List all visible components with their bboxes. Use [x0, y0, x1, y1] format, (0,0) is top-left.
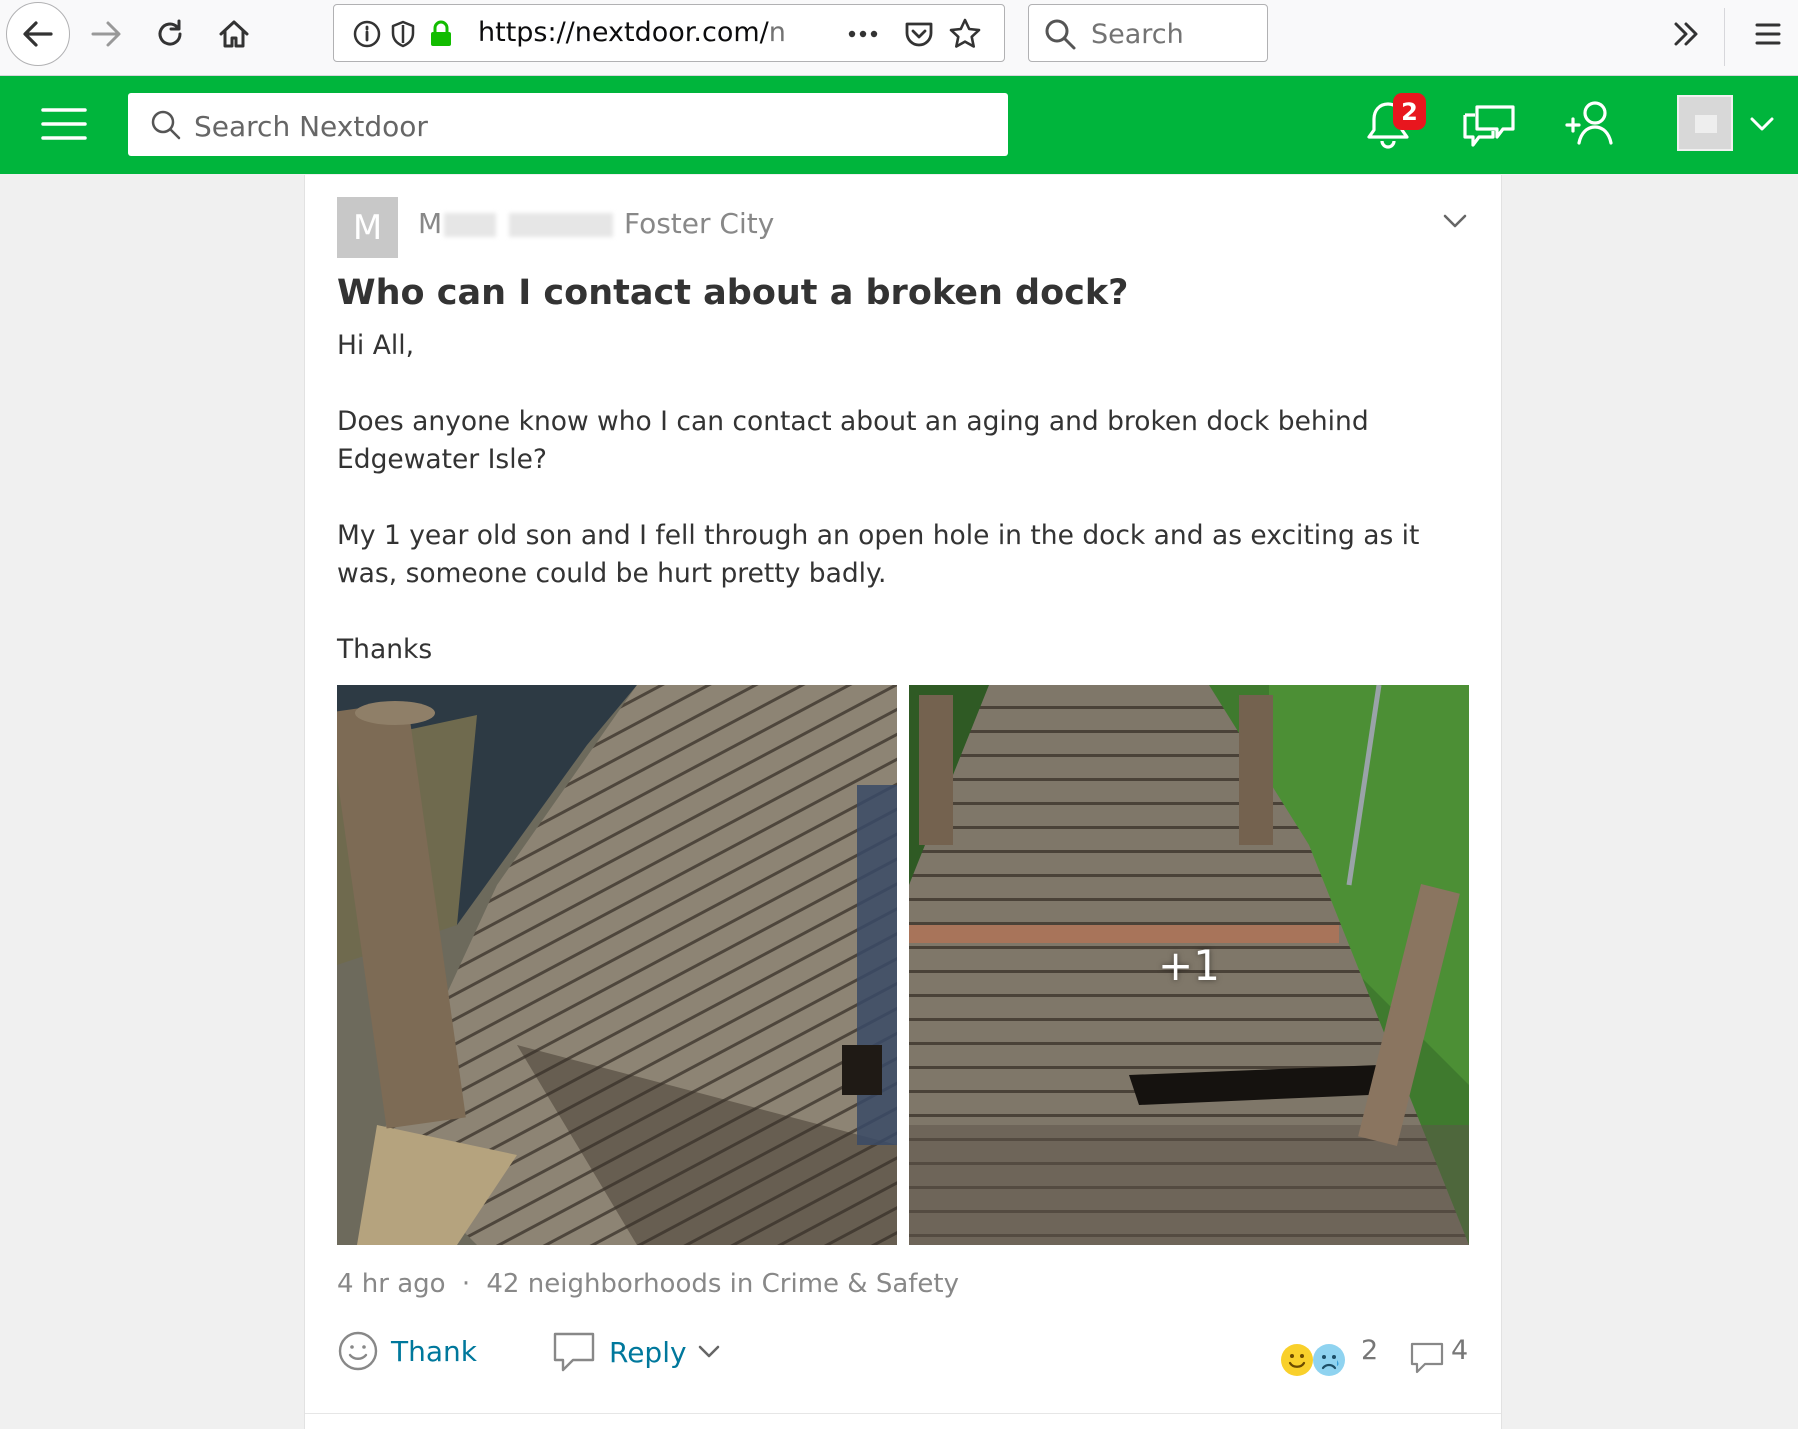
body-paragraph: Thanks	[337, 634, 433, 665]
sad-emoji-icon	[1313, 1344, 1345, 1376]
search-icon	[151, 110, 181, 140]
reply-label: Reply	[609, 1335, 687, 1369]
reaction-count[interactable]: 2	[1361, 1335, 1378, 1366]
forward-button[interactable]	[78, 6, 134, 62]
double-chevron-right-icon	[1674, 22, 1698, 46]
speech-bubble-icon	[553, 1332, 595, 1372]
thank-button[interactable]: Thank	[337, 1330, 477, 1372]
back-button[interactable]	[6, 2, 70, 66]
post-title[interactable]: Who can I contact about a broken dock?	[337, 273, 1128, 313]
home-button[interactable]	[206, 6, 262, 62]
meta-separator: ·	[461, 1269, 471, 1299]
comment-icon	[1410, 1342, 1444, 1374]
url-bar[interactable]: https://nextdoor.com/n	[333, 4, 1005, 62]
profile-avatar[interactable]	[1677, 95, 1733, 151]
post-photo[interactable]: +1	[909, 685, 1469, 1245]
thank-label: Thank	[391, 1334, 477, 1368]
messages-button[interactable]	[1458, 92, 1520, 154]
chevron-down-icon	[698, 1345, 719, 1358]
author-neighborhood[interactable]: Foster City	[624, 207, 774, 240]
post-author: M Foster City	[418, 207, 774, 240]
hamburger-icon	[41, 108, 87, 140]
body-paragraph: Hi All,	[337, 330, 414, 361]
browser-search-box[interactable]: Search	[1028, 4, 1268, 62]
hamburger-icon	[1755, 23, 1781, 45]
info-icon[interactable]	[350, 17, 384, 51]
browser-search-placeholder: Search	[1091, 19, 1184, 50]
add-person-icon	[1565, 101, 1613, 145]
post-photo[interactable]	[337, 685, 897, 1245]
pocket-icon[interactable]	[902, 17, 936, 51]
chevron-down-icon	[1750, 117, 1774, 131]
nextdoor-search-input[interactable]: Search Nextdoor	[128, 93, 1008, 156]
arrow-right-icon	[91, 21, 121, 47]
profile-menu-toggle[interactable]	[1744, 106, 1780, 142]
post-card: M M Foster City Who can I contact about …	[304, 175, 1502, 1429]
search-placeholder: Search Nextdoor	[194, 110, 428, 143]
reactions[interactable]	[1279, 1342, 1349, 1378]
post-audience[interactable]: 42 neighborhoods in Crime & Safety	[486, 1269, 959, 1299]
invite-neighbor-button[interactable]	[1560, 92, 1622, 154]
more-photos-count: +1	[1158, 940, 1220, 990]
post-meta: 4 hr ago · 42 neighborhoods in Crime & S…	[337, 1269, 959, 1299]
toolbar-divider	[1724, 8, 1725, 66]
card-divider	[305, 1413, 1501, 1414]
arrow-left-icon	[23, 21, 53, 47]
url-text: https://nextdoor.com/n	[478, 17, 786, 48]
nav-menu-button[interactable]	[36, 96, 92, 152]
chevron-down-icon	[1443, 214, 1467, 228]
body-paragraph: My 1 year old son and I fell through an …	[337, 520, 1420, 589]
notification-badge: 2	[1393, 93, 1426, 130]
author-name[interactable]: M	[418, 207, 615, 240]
smiley-icon	[338, 1331, 378, 1371]
search-icon	[1045, 19, 1076, 50]
chat-bubbles-icon	[1463, 105, 1515, 147]
browser-toolbar: https://nextdoor.com/n Search	[0, 0, 1798, 76]
body-paragraph: Does anyone know who I can contact about…	[337, 406, 1369, 475]
comments-button[interactable]	[1409, 1340, 1445, 1381]
reload-button[interactable]	[142, 6, 198, 62]
bookmark-star-icon[interactable]	[948, 17, 982, 51]
post-options-button[interactable]	[1435, 203, 1475, 239]
reload-icon	[158, 19, 182, 46]
comment-count[interactable]: 4	[1451, 1335, 1468, 1366]
author-avatar[interactable]: M	[337, 197, 398, 258]
shield-icon[interactable]	[386, 17, 420, 51]
nextdoor-header: Search Nextdoor 2	[0, 76, 1798, 174]
post-body: Hi All, Does anyone know who I can conta…	[337, 327, 1457, 669]
smile-emoji-icon	[1281, 1344, 1313, 1376]
page-actions-icon[interactable]	[846, 17, 880, 51]
home-icon	[219, 20, 249, 48]
overflow-button[interactable]	[1658, 6, 1714, 62]
lock-icon[interactable]	[424, 17, 458, 51]
browser-menu-button[interactable]	[1740, 6, 1796, 62]
reply-button[interactable]: Reply	[551, 1330, 721, 1374]
post-time[interactable]: 4 hr ago	[337, 1269, 446, 1299]
